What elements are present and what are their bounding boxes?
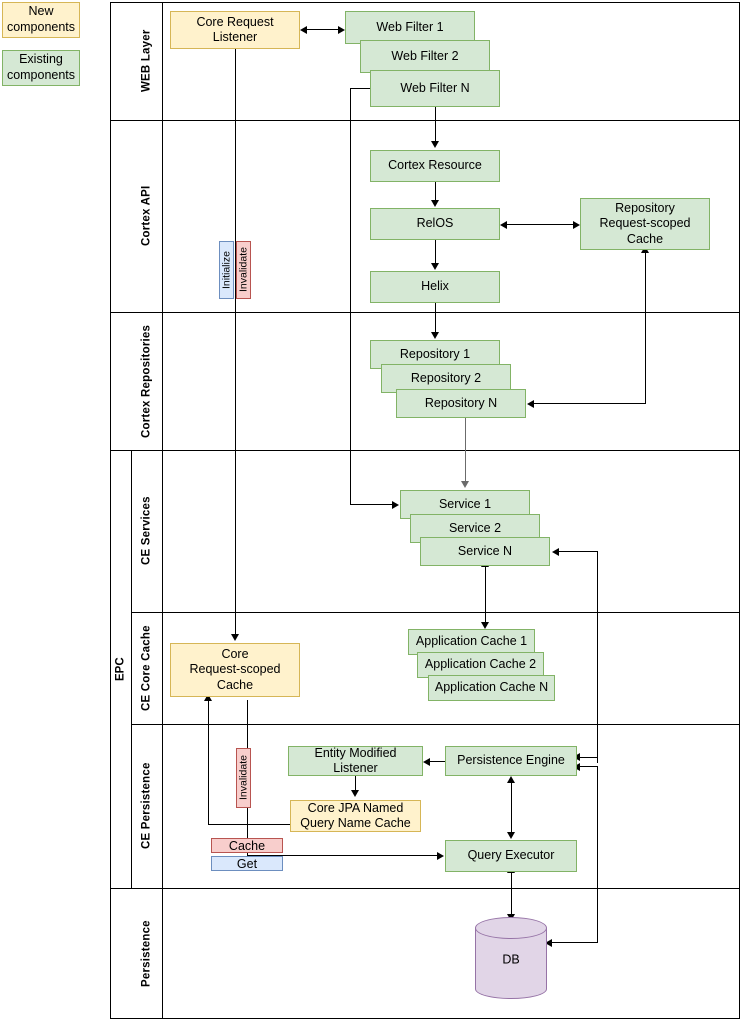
lane-separator-3 (110, 450, 740, 452)
conn-repocache-to-reposn (533, 403, 646, 405)
lane-label-ce-services: CE Services (140, 496, 153, 566)
arrowhead-queryexecutor-persistenceengine (506, 776, 515, 783)
conn-trunk-to-db (551, 942, 598, 944)
node-helix[interactable]: Helix (370, 271, 500, 303)
node-web-filter-n[interactable]: Web Filter N (370, 70, 500, 107)
arrowhead-helix-repository1 (430, 332, 439, 339)
arrowhead-listener-to-core-cache (230, 634, 239, 641)
tag-invalidate-persistence: Invalidate (236, 748, 251, 808)
group-label-epc: EPC (114, 657, 127, 681)
tag-initialize: Initialize (219, 241, 234, 299)
conn-repositoryn-service1 (465, 418, 467, 482)
db-label: DB (502, 952, 520, 967)
db-lid (475, 917, 547, 939)
tag-invalidate: Invalidate (236, 241, 251, 299)
conn-listener-down (235, 49, 237, 637)
lane-separator-4 (131, 612, 740, 614)
conn-webfiltern-left (350, 88, 371, 90)
node-query-executor[interactable]: Query Executor (445, 840, 577, 872)
conn-servicen-appcache (485, 566, 487, 624)
arrowhead-webfiltern-service1 (392, 500, 399, 509)
conn-webfiltern-down (435, 107, 437, 143)
lane-label-column-divider (162, 2, 164, 1019)
lane-label-persistence: Persistence (140, 920, 153, 987)
lane-label-ce-core-cache: CE Core Cache (140, 625, 153, 711)
arrowhead-cortexresource-relos (430, 200, 439, 207)
legend-item-new-components: New components (2, 2, 80, 38)
node-core-request-scoped-cache[interactable]: Core Request-scoped Cache (170, 643, 300, 697)
arrowhead-repositoryn-service1 (460, 481, 469, 488)
conn-jpacache-up (208, 700, 210, 825)
conn-right-trunk-upper (597, 551, 599, 763)
arrowhead-webfiltern-cortexresource (430, 141, 439, 148)
arrowhead-repocache-relos (500, 220, 507, 229)
arrowhead-listener-webfilter-right (338, 25, 345, 34)
arrowhead-persistenceengine-entitylistener (423, 757, 430, 766)
conn-jpacache-left (208, 824, 291, 826)
lane-separator-6 (110, 888, 740, 890)
conn-entitylistener-jpacache (355, 776, 357, 791)
conn-webfiltern-to-service1 (350, 504, 393, 506)
node-web-filter-2[interactable]: Web Filter 2 (360, 40, 490, 73)
arrowhead-relos-helix (430, 263, 439, 270)
arrowhead-corecache-queryexecutor (437, 851, 444, 860)
conn-persistenceengine-queryexecutor (511, 782, 513, 834)
node-entity-modified-listener[interactable]: Entity Modified Listener (288, 746, 423, 776)
arrowhead-repocache-reposn (527, 399, 534, 408)
conn-right-trunk-lower (597, 766, 599, 943)
node-core-jpa-named-query-name-cache[interactable]: Core JPA Named Query Name Cache (290, 800, 421, 832)
lane-separator-5 (131, 724, 740, 726)
diagram-canvas: New components Existing components WEB L… (0, 0, 741, 1021)
lane-separator-1 (110, 120, 740, 122)
conn-relos-repocache (506, 224, 576, 226)
conn-helix-repository1 (435, 303, 437, 333)
lane-label-cortex-repositories: Cortex Repositories (140, 324, 153, 438)
conn-repocache-up (645, 252, 647, 404)
lane-label-web-layer: WEB Layer (140, 29, 153, 93)
conn-webfiltern-left-down (350, 88, 352, 504)
conn-right-to-servicen (558, 551, 598, 553)
node-service-n[interactable]: Service N (420, 537, 550, 566)
lane-label-cortex-api: Cortex API (140, 185, 153, 247)
node-core-request-listener[interactable]: Core Request Listener (170, 11, 300, 49)
conn-trunk-persistenceengine-b (580, 766, 598, 768)
conn-trunk-persistenceengine-a (580, 757, 598, 759)
node-relos[interactable]: RelOS (370, 208, 500, 240)
tag-get: Get (211, 856, 283, 871)
arrowhead-listener-webfilter-left (300, 25, 307, 34)
node-persistence-engine[interactable]: Persistence Engine (445, 746, 577, 776)
tag-cache: Cache (211, 838, 283, 853)
node-cortex-resource[interactable]: Cortex Resource (370, 150, 500, 182)
conn-cortexresource-relos (435, 182, 437, 201)
conn-listener-webfilter (305, 29, 340, 31)
conn-relos-helix (435, 240, 437, 264)
arrowhead-right-servicen (552, 547, 559, 556)
lane-label-ce-persistence: CE Persistence (140, 762, 153, 850)
node-repository-request-scoped-cache[interactable]: Repository Request-scoped Cache (580, 198, 710, 250)
node-application-cache-n[interactable]: Application Cache N (428, 675, 555, 701)
arrowhead-persistenceengine-queryexecutor (506, 832, 515, 839)
legend-item-existing-components: Existing components (2, 50, 80, 86)
conn-queryexecutor-db (511, 872, 513, 917)
arrowhead-relos-repocache (573, 220, 580, 229)
arrowhead-servicen-appcache (480, 622, 489, 629)
node-db[interactable]: DB (475, 917, 547, 999)
node-repository-n[interactable]: Repository N (396, 389, 526, 418)
arrowhead-entitylistener-jpacache (350, 790, 359, 797)
